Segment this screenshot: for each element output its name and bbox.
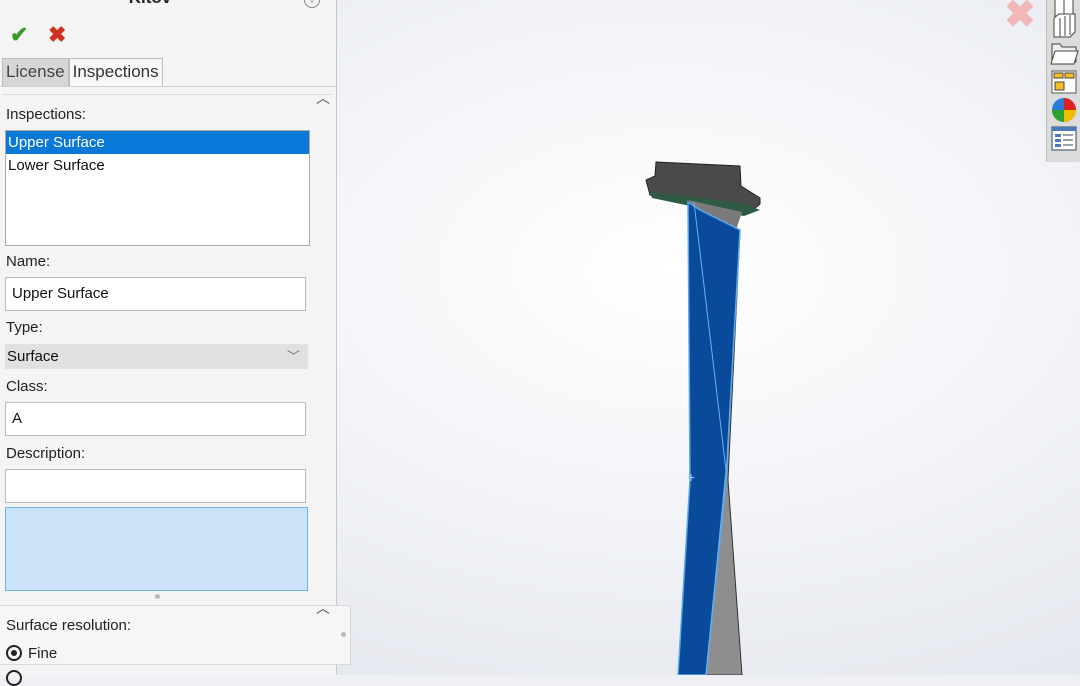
inspections-list[interactable]: Upper Surface Lower Surface [5,130,310,246]
property-manager-panel: Kitov i ✔ ✖ License Inspections ︿ Inspec… [0,0,351,686]
custom-properties-icon[interactable] [1049,125,1079,152]
cancel-button[interactable]: ✖ [48,22,66,48]
radio-option[interactable] [6,670,22,686]
panel-title: Kitov [0,0,300,8]
type-label: Type: [6,319,43,336]
resize-grip-icon[interactable] [155,594,160,599]
type-select[interactable]: Surface ﹀ [5,344,308,369]
description-field[interactable] [5,469,306,503]
class-label: Class: [6,378,48,395]
origin-marker: + [687,469,695,485]
ok-button[interactable]: ✔ [10,22,28,48]
appearances-icon[interactable] [1049,96,1079,123]
surface-resolution-label: Surface resolution: [6,617,132,634]
inspections-label: Inspections: [6,106,87,123]
name-label: Name: [6,253,51,270]
list-item[interactable]: Lower Surface [6,154,309,177]
collapse-chevron-icon[interactable]: ︿ [316,88,330,108]
task-pane-toolbar [1046,0,1080,162]
type-value: Surface [7,348,59,365]
collapse-chevron-icon[interactable]: ︿ [316,598,330,618]
list-item[interactable]: Upper Surface [6,131,309,154]
description-text-area[interactable] [5,507,308,591]
tab-inspections[interactable]: Inspections [68,58,163,86]
resize-grip-icon[interactable] [341,632,346,637]
radio-fine[interactable] [6,645,22,661]
checkmark-icon: ✔ [10,22,29,47]
tab-bar: License Inspections [2,58,163,86]
tab-divider [0,86,336,87]
class-field[interactable]: A [5,402,306,436]
chevron-down-icon: ﹀ [286,349,300,364]
info-icon[interactable]: i [304,0,320,8]
close-icon: ✖ [48,22,67,47]
parts-library-icon[interactable] [1049,12,1079,39]
folder-icon[interactable] [1049,40,1079,67]
group-divider [2,94,332,95]
tab-license[interactable]: License [2,58,69,86]
radio-fine-label: Fine [28,645,58,662]
name-field[interactable]: Upper Surface [5,277,306,311]
view-palette-icon[interactable] [1049,68,1079,95]
description-label: Description: [6,445,86,462]
